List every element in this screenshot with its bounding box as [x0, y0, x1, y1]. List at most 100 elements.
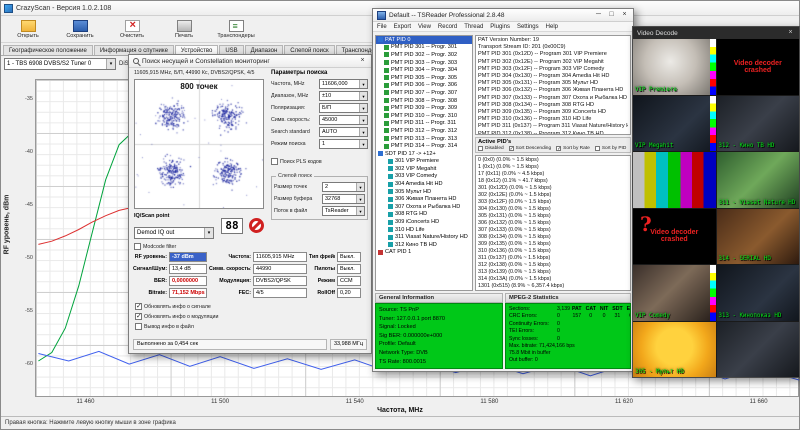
video-tile[interactable]: 314 - SERIAL HD [717, 209, 800, 265]
video-tile[interactable]: 313 - Кинопоказ HD [717, 265, 800, 321]
close-icon[interactable]: × [356, 55, 369, 67]
param-input[interactable]: 2 [322, 182, 365, 192]
tree-item[interactable]: 307 Охота и Рыбалка HD [376, 203, 472, 211]
video-tile[interactable]: ? Video decoder crashed [633, 209, 716, 265]
pid-row[interactable]: 301 (0x12D) (0.0% ~ 1.5 kbps) [478, 185, 628, 192]
toolbar-button[interactable]: Сохранить [55, 17, 105, 42]
video-tile[interactable]: 312 - Кино ТВ HD [717, 96, 800, 152]
video-tile[interactable]: VIP Comedy [633, 265, 716, 321]
tree-item[interactable]: 303 VIP Comedy [376, 173, 472, 181]
option-checkbox[interactable]: Вывод инфо в файл [135, 323, 218, 330]
pid-row[interactable]: 310 (0x136) (0.0% ~ 1.5 kbps) [478, 248, 628, 255]
filter-checkbox[interactable]: Sort by Rate [556, 146, 590, 151]
constellation-plot[interactable]: 800 точек [134, 79, 264, 209]
tree-item[interactable]: PMT PID 301 -- Progr. 301 [376, 44, 472, 52]
option-checkbox[interactable]: Обновлять инфо о сигнале [135, 303, 218, 310]
filter-checkbox[interactable]: Sort by PID [595, 146, 627, 151]
tree-item[interactable]: PMT PID 303 -- Progr. 303 [376, 59, 472, 67]
filter-checkbox[interactable]: Disabled [478, 146, 504, 151]
tree-item[interactable]: PMT PID 313 -- Progr. 313 [376, 135, 472, 143]
video-tile[interactable] [633, 152, 716, 208]
modcode-filter-checkbox[interactable]: Modcode filter [134, 243, 176, 250]
tree-item[interactable]: PMT PID 310 -- Progr. 310 [376, 112, 472, 120]
maximize-icon[interactable]: □ [605, 9, 618, 21]
tree-item[interactable]: PMT PID 302 -- Progr. 302 [376, 51, 472, 59]
tree-item[interactable]: 301 VIP Premiere [376, 158, 472, 166]
pid-row[interactable]: 314 (0x13A) (0.0% ~ 1.5 kbps) [478, 276, 628, 283]
tree-item[interactable]: PMT PID 308 -- Progr. 308 [376, 97, 472, 105]
pid-row[interactable]: 313 (0x139) (0.0% ~ 1.5 kbps) [478, 269, 628, 276]
tree-item[interactable]: 311 Viasat Nature/History HD [376, 233, 472, 241]
tree-item[interactable]: 304 Amedia Hit HD [376, 180, 472, 188]
tree-item[interactable]: PMT PID 314 -- Progr. 314 [376, 142, 472, 150]
minimize-icon[interactable]: ─ [592, 9, 605, 21]
pid-row[interactable]: 302 (0x12E) (0.0% ~ 1.5 kbps) [478, 192, 628, 199]
tsreader-titlebar[interactable]: Default -- TSReader Professional 2.8.48 … [373, 9, 633, 22]
option-checkbox[interactable]: Обновлять инфо о модуляции [135, 313, 218, 320]
pid-row[interactable]: 308 (0x134) (0.0% ~ 1.5 kbps) [478, 234, 628, 241]
tree-item[interactable]: 308 RTG HD [376, 211, 472, 219]
tree-item[interactable]: PMT PID 311 -- Progr. 311 [376, 120, 472, 128]
tree-item[interactable]: PMT PID 306 -- Progr. 306 [376, 82, 472, 90]
tree-item[interactable]: CAT PID 1 [376, 249, 472, 257]
tree-item[interactable]: PMT PID 304 -- Progr. 304 [376, 66, 472, 74]
video-tile[interactable]: Video decoder crashed [717, 39, 800, 95]
pid-row[interactable]: 17 (0x11) (0.0% ~ 4.5 kbps) [478, 171, 628, 178]
video-tile[interactable]: VIP Premiere [633, 39, 716, 95]
tree-item[interactable]: 306 Живая Планета HD [376, 195, 472, 203]
param-input[interactable]: 11606,000 [319, 79, 368, 89]
pid-row[interactable]: 306 (0x132) (0.0% ~ 1.5 kbps) [478, 220, 628, 227]
tree-item[interactable]: PMT PID 309 -- Progr. 309 [376, 104, 472, 112]
menu-item[interactable]: Plugins [490, 24, 510, 30]
pid-row[interactable]: 304 (0x130) (0.0% ~ 1.5 kbps) [478, 206, 628, 213]
pid-row[interactable]: 0 (0x0) (0.0% ~ 1.5 kbps) [478, 157, 628, 164]
pls-search-checkbox[interactable]: Поиск PLS кодов [271, 158, 322, 165]
toolbar-button[interactable]: Печать [159, 17, 209, 42]
param-input[interactable]: TsReader [322, 206, 365, 216]
tree-item[interactable]: PMT PID 305 -- Progr. 305 [376, 74, 472, 82]
menu-item[interactable]: View [418, 24, 431, 30]
pat-details-pane[interactable]: PAT Version Number: 19 Transport Stream … [475, 35, 631, 135]
param-input[interactable]: 32768 [322, 194, 365, 204]
filter-checkbox[interactable]: Sort Descending [509, 146, 551, 151]
menu-item[interactable]: Record [438, 24, 457, 30]
pid-row[interactable]: 1 (0x1) (0.0% ~ 1.5 kbps) [478, 164, 628, 171]
video-tile[interactable]: 311 - Viasat Nature HD [717, 152, 800, 208]
tree-item[interactable]: 302 VIP Megahit [376, 165, 472, 173]
close-icon[interactable]: × [618, 9, 631, 21]
tree-item[interactable]: PMT PID 307 -- Progr. 307 [376, 89, 472, 97]
menu-item[interactable]: Help [546, 24, 558, 30]
close-icon[interactable]: × [784, 27, 797, 39]
tree-item[interactable]: 309 iConcerts HD [376, 218, 472, 226]
param-input[interactable]: AUTO [319, 127, 368, 137]
tree-item[interactable]: 310 HD Life [376, 226, 472, 234]
param-input[interactable]: Б/П [319, 103, 368, 113]
tree-item[interactable]: PAT PID 0 [376, 36, 472, 44]
pid-row[interactable]: 1301 (0x515) (8.9% ~ 6,357.4 kbps) [478, 283, 628, 290]
active-pids-list[interactable]: 0 (0x0) (0.0% ~ 1.5 kbps) 1 (0x1) (0.0% … [475, 155, 631, 291]
pid-row[interactable]: 309 (0x135) (0.0% ~ 1.5 kbps) [478, 241, 628, 248]
pid-row[interactable]: 311 (0x137) (0.0% ~ 1.5 kbps) [478, 255, 628, 262]
pid-row[interactable]: 305 (0x131) (0.0% ~ 1.5 kbps) [478, 213, 628, 220]
param-input[interactable]: ±10 [319, 91, 368, 101]
tree-item[interactable]: SDT PID 17 -> +12+ [376, 150, 472, 158]
toolbar-button[interactable]: Транспондеры [211, 17, 261, 42]
tree-item[interactable]: 312 Кино ТВ HD [376, 241, 472, 249]
menu-item[interactable]: File [377, 24, 387, 30]
pid-row[interactable]: 307 (0x133) (0.0% ~ 1.5 kbps) [478, 227, 628, 234]
param-input[interactable]: 1 [319, 139, 368, 149]
menu-item[interactable]: Settings [517, 24, 539, 30]
video-tile[interactable]: 305 - Мульт HD [633, 322, 716, 378]
constellation-titlebar[interactable]: Поиск несущей и Constellation мониторинг… [129, 55, 371, 68]
video-tile[interactable] [717, 322, 800, 378]
menu-item[interactable]: Thread [464, 24, 483, 30]
tree-item[interactable]: 305 Мульт HD [376, 188, 472, 196]
video-tile[interactable]: VIP Megahit [633, 96, 716, 152]
pid-row[interactable]: 1302 (0x516) (8.4% ~ 6,002.1 kbps) [478, 290, 628, 291]
toolbar-button[interactable]: Очистить [107, 17, 157, 42]
param-input[interactable]: 45000 [319, 115, 368, 125]
pid-row[interactable]: 312 (0x138) (0.0% ~ 1.5 kbps) [478, 262, 628, 269]
tree-item[interactable]: PMT PID 312 -- Progr. 312 [376, 127, 472, 135]
pid-row[interactable]: 18 (0x12) (0.1% ~ 41.7 kbps) [478, 178, 628, 185]
menu-item[interactable]: Export [394, 24, 411, 30]
